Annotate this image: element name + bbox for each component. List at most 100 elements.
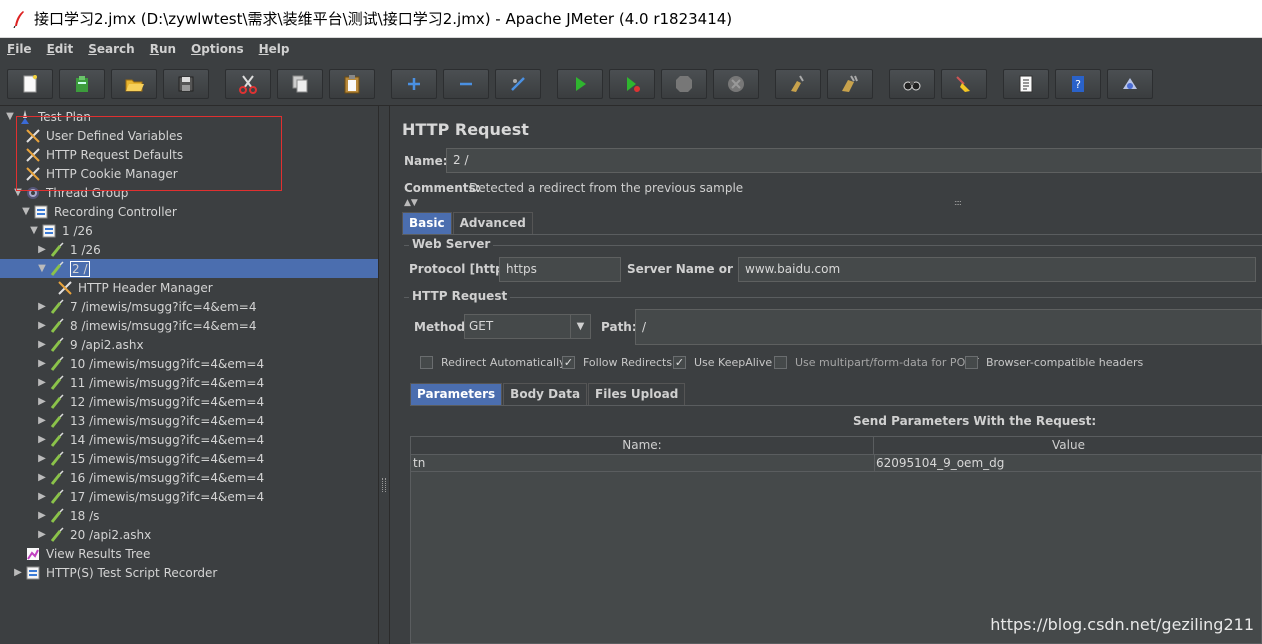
- tree-item[interactable]: ▶ 11 /imewis/msugg?ifc=4&em=4: [0, 373, 378, 392]
- expanded-toggle-icon[interactable]: ▼: [36, 263, 48, 274]
- check-icon[interactable]: ✓: [673, 356, 686, 369]
- menu-edit[interactable]: Edit: [44, 42, 77, 56]
- menu-help[interactable]: Help: [256, 42, 293, 56]
- paste-button[interactable]: [329, 69, 375, 99]
- use-keepalive-checkbox[interactable]: ✓ Use KeepAlive: [673, 356, 772, 369]
- chevron-down-icon[interactable]: ▼: [570, 315, 590, 338]
- server-name-field[interactable]: www.baidu.com: [738, 257, 1256, 282]
- tree-item[interactable]: HTTP Cookie Manager: [0, 164, 378, 183]
- panel-splitter[interactable]: [378, 106, 390, 644]
- expanded-toggle-icon[interactable]: ▼: [28, 225, 40, 236]
- reset-search-button[interactable]: [941, 69, 987, 99]
- checkbox-box[interactable]: [774, 356, 787, 369]
- save-button[interactable]: [163, 69, 209, 99]
- name-field[interactable]: 2 /: [446, 148, 1262, 173]
- table-row[interactable]: tn 62095104_9_oem_dg: [411, 455, 1262, 472]
- method-select[interactable]: GET ▼: [464, 314, 591, 339]
- tab-parameters[interactable]: Parameters: [410, 383, 503, 405]
- menu-options[interactable]: Options: [188, 42, 247, 56]
- collapsed-toggle-icon[interactable]: ▶: [36, 377, 48, 388]
- stop-button[interactable]: [661, 69, 707, 99]
- tree-item[interactable]: ▶ 13 /imewis/msugg?ifc=4&em=4: [0, 411, 378, 430]
- cut-button[interactable]: [225, 69, 271, 99]
- tree-item[interactable]: ▼ Test Plan: [0, 107, 378, 126]
- multipart-checkbox[interactable]: Use multipart/form-data for POST: [774, 356, 979, 369]
- tab-body-data[interactable]: Body Data: [503, 383, 588, 405]
- menu-run[interactable]: Run: [147, 42, 179, 56]
- parameters-table[interactable]: Name: Value tn 62095104_9_oem_dg: [410, 436, 1262, 644]
- templates-button[interactable]: [59, 69, 105, 99]
- start-no-pauses-button[interactable]: [609, 69, 655, 99]
- tab-basic[interactable]: Basic: [402, 212, 452, 234]
- tree-item[interactable]: ▶ HTTP(S) Test Script Recorder: [0, 563, 378, 582]
- tree-item[interactable]: User Defined Variables: [0, 126, 378, 145]
- tree-item[interactable]: HTTP Header Manager: [0, 278, 378, 297]
- comments-field[interactable]: Detected a redirect from the previous sa…: [469, 181, 743, 195]
- tree-item[interactable]: ▼ 1 /26: [0, 221, 378, 240]
- remote-button[interactable]: [1107, 69, 1153, 99]
- path-field[interactable]: /: [635, 309, 1262, 345]
- menu-file[interactable]: File: [4, 42, 35, 56]
- param-value-cell[interactable]: 62095104_9_oem_dg: [876, 456, 1004, 470]
- param-name-cell[interactable]: tn: [413, 456, 425, 470]
- tree-item[interactable]: ▼ 2 /: [0, 259, 378, 278]
- collapsed-toggle-icon[interactable]: ▶: [36, 510, 48, 521]
- collapsed-toggle-icon[interactable]: ▶: [12, 567, 24, 578]
- tab-advanced[interactable]: Advanced: [452, 212, 533, 234]
- menu-search[interactable]: Search: [85, 42, 137, 56]
- collapse-all-button[interactable]: [443, 69, 489, 99]
- tree-item[interactable]: ▶ 7 /imewis/msugg?ifc=4&em=4: [0, 297, 378, 316]
- checkbox-box[interactable]: [965, 356, 978, 369]
- tree-item[interactable]: HTTP Request Defaults: [0, 145, 378, 164]
- toggle-button[interactable]: [495, 69, 541, 99]
- collapsed-toggle-icon[interactable]: ▶: [36, 396, 48, 407]
- expanded-toggle-icon[interactable]: ▼: [4, 111, 16, 122]
- browser-compatible-headers-checkbox[interactable]: Browser-compatible headers: [965, 356, 1143, 369]
- check-icon[interactable]: ✓: [562, 356, 575, 369]
- collapsed-toggle-icon[interactable]: ▶: [36, 415, 48, 426]
- protocol-field[interactable]: https: [499, 257, 621, 282]
- tree-item[interactable]: ▶ 20 /api2.ashx: [0, 525, 378, 544]
- collapsed-toggle-icon[interactable]: ▶: [36, 339, 48, 350]
- tree-item[interactable]: ▼ Thread Group: [0, 183, 378, 202]
- tree-item[interactable]: View Results Tree: [0, 544, 378, 563]
- follow-redirects-checkbox[interactable]: ✓ Follow Redirects: [562, 356, 672, 369]
- expanded-toggle-icon[interactable]: ▼: [12, 187, 24, 198]
- column-name-header[interactable]: Name:: [411, 437, 874, 455]
- tree-item[interactable]: ▶ 10 /imewis/msugg?ifc=4&em=4: [0, 354, 378, 373]
- tree-item[interactable]: ▶ 1 /26: [0, 240, 378, 259]
- tree-item[interactable]: ▶ 16 /imewis/msugg?ifc=4&em=4: [0, 468, 378, 487]
- splitter-grip[interactable]: [382, 478, 386, 492]
- divider-grip-icon[interactable]: ::::: [954, 198, 962, 207]
- tree-item[interactable]: ▶ 9 /api2.ashx: [0, 335, 378, 354]
- tree-item[interactable]: ▼ Recording Controller: [0, 202, 378, 221]
- collapsed-toggle-icon[interactable]: ▶: [36, 491, 48, 502]
- clear-button[interactable]: [775, 69, 821, 99]
- collapsed-toggle-icon[interactable]: ▶: [36, 529, 48, 540]
- tree-item[interactable]: ▶ 15 /imewis/msugg?ifc=4&em=4: [0, 449, 378, 468]
- column-value-header[interactable]: Value: [874, 437, 1262, 455]
- copy-button[interactable]: [277, 69, 323, 99]
- test-plan-tree[interactable]: ▼ Test Plan User Defined Variables HTTP Req…: [0, 106, 378, 644]
- tree-item[interactable]: ▶ 12 /imewis/msugg?ifc=4&em=4: [0, 392, 378, 411]
- function-helper-button[interactable]: [1003, 69, 1049, 99]
- redirect-automatically-checkbox[interactable]: Redirect Automatically: [420, 356, 566, 369]
- collapsed-toggle-icon[interactable]: ▶: [36, 472, 48, 483]
- tab-files-upload[interactable]: Files Upload: [588, 383, 686, 405]
- help-button[interactable]: ?: [1055, 69, 1101, 99]
- collapsed-toggle-icon[interactable]: ▶: [36, 434, 48, 445]
- tree-item[interactable]: ▶ 14 /imewis/msugg?ifc=4&em=4: [0, 430, 378, 449]
- open-button[interactable]: [111, 69, 157, 99]
- collapsed-toggle-icon[interactable]: ▶: [36, 453, 48, 464]
- expanded-toggle-icon[interactable]: ▼: [20, 206, 32, 217]
- collapsed-toggle-icon[interactable]: ▶: [36, 320, 48, 331]
- tree-item[interactable]: ▶ 8 /imewis/msugg?ifc=4&em=4: [0, 316, 378, 335]
- start-button[interactable]: [557, 69, 603, 99]
- checkbox-box[interactable]: [420, 356, 433, 369]
- new-button[interactable]: [7, 69, 53, 99]
- collapsed-toggle-icon[interactable]: ▶: [36, 244, 48, 255]
- shutdown-button[interactable]: [713, 69, 759, 99]
- collapse-arrows-icon[interactable]: ▲▼: [404, 198, 418, 208]
- collapsed-toggle-icon[interactable]: ▶: [36, 301, 48, 312]
- collapsed-toggle-icon[interactable]: ▶: [36, 358, 48, 369]
